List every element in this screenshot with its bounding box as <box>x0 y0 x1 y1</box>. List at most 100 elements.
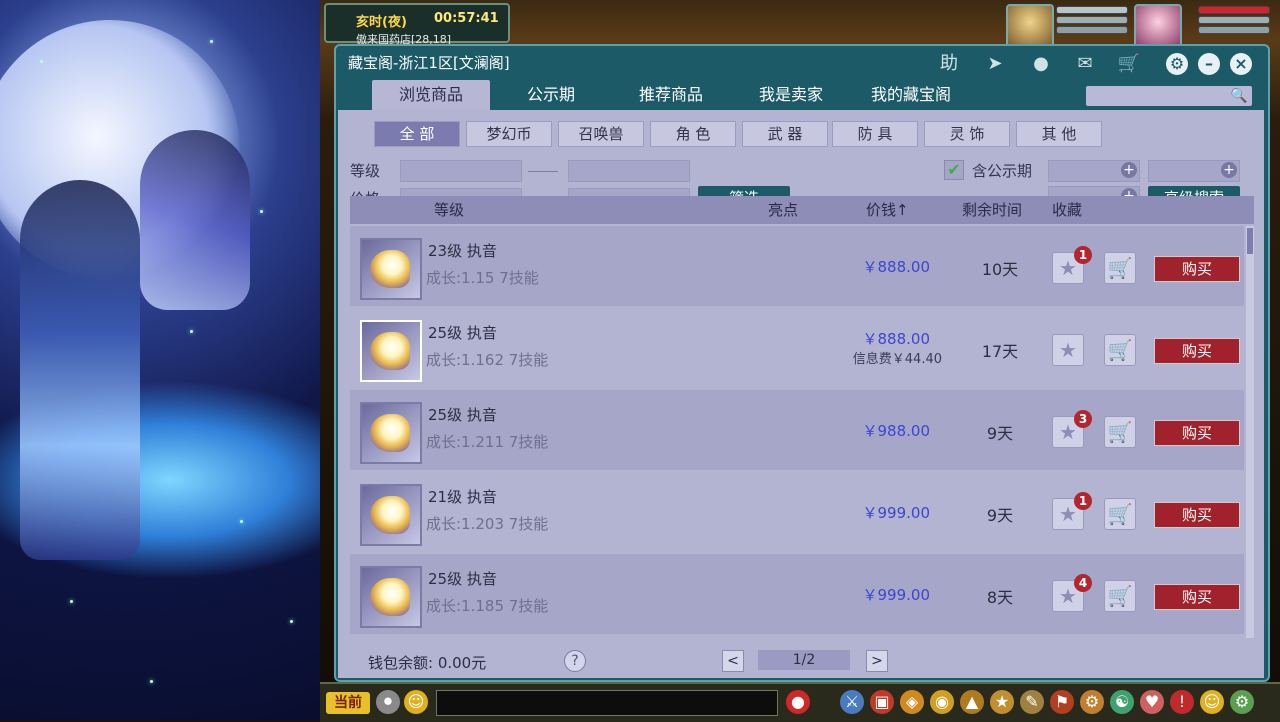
category-armor[interactable]: 防 具 <box>832 121 918 147</box>
pet-icon[interactable]: ★ <box>990 690 1014 714</box>
add-to-cart-icon[interactable]: 🛒 <box>1104 252 1136 284</box>
record-icon[interactable]: ● <box>1028 52 1054 76</box>
category-character[interactable]: 角 色 <box>650 121 736 147</box>
wallpaper-sparkle <box>40 60 43 63</box>
favorite-count-badge: 4 <box>1074 574 1092 592</box>
add-to-cart-icon[interactable]: 🛒 <box>1104 580 1136 612</box>
category-other[interactable]: 其 他 <box>1016 121 1102 147</box>
favorite-star-icon[interactable]: ★ <box>1052 334 1084 366</box>
trade-icon[interactable]: ◉ <box>930 690 954 714</box>
time-left: 17天 <box>981 342 1019 361</box>
pet-thumbnail[interactable] <box>360 566 422 628</box>
channel-current-button[interactable]: 当前 <box>326 692 370 714</box>
emoji-icon[interactable]: ☺ <box>404 690 428 714</box>
message-icon[interactable]: ✉ <box>1072 52 1098 76</box>
help-button[interactable]: 助 <box>936 52 962 76</box>
pet-thumbnail[interactable] <box>360 402 422 464</box>
pet-image <box>370 496 410 534</box>
header-price[interactable]: 价钱↑ <box>866 196 909 224</box>
category-summoned-beast[interactable]: 召唤兽 <box>558 121 644 147</box>
category-all[interactable]: 全 部 <box>374 121 460 147</box>
attack-icon[interactable]: ⚔ <box>840 690 864 714</box>
search-icon[interactable]: 🔍 <box>1230 87 1248 105</box>
chat-input[interactable] <box>436 690 778 716</box>
treasure-pavilion-dialog: 藏宝阁-浙江1区[文澜阁] 助 ➤ ● ✉ 🛒 ⚙ – × 浏览商品 公示期 推… <box>334 44 1270 682</box>
tab-recommended[interactable]: 推荐商品 <box>612 80 730 110</box>
microphone-icon[interactable]: ⚫ <box>376 690 400 714</box>
scrollbar-thumb[interactable] <box>1247 228 1253 254</box>
friend-icon[interactable]: ♥ <box>1140 690 1164 714</box>
time-left: 10天 <box>981 260 1019 279</box>
buy-button[interactable]: 购买 <box>1154 584 1240 610</box>
pet-info: 成长:1.203 7技能 <box>426 515 549 533</box>
pet-name: 25级 执音 <box>428 406 497 424</box>
tab-public-period[interactable]: 公示期 <box>492 80 610 110</box>
system-icon[interactable]: ⚙ <box>1080 690 1104 714</box>
quest-icon[interactable]: ✎ <box>1020 690 1044 714</box>
help-icon[interactable]: ? <box>564 650 586 672</box>
header-time-left[interactable]: 剩余时间 <box>962 196 1022 224</box>
pet-info: 成长:1.15 7技能 <box>426 269 539 287</box>
level-min-input[interactable] <box>400 160 522 182</box>
add-to-cart-icon[interactable]: 🛒 <box>1104 416 1136 448</box>
guild-icon[interactable]: ⚑ <box>1050 690 1074 714</box>
prev-page-button[interactable]: < <box>722 650 744 672</box>
smile-icon[interactable]: ☺ <box>1200 690 1224 714</box>
pet-avatar[interactable] <box>1006 4 1054 48</box>
plus-icon[interactable]: + <box>1221 162 1237 178</box>
table-row[interactable]: 21级 执音 成长:1.203 7技能 ￥999.00 9天 ★ 1 🛒 购买 <box>350 472 1244 552</box>
product-list: 23级 执音 成长:1.15 7技能 ￥888.00 10天 ★ 1 🛒 购买 … <box>350 226 1244 638</box>
pet-bear-icon[interactable]: ● <box>786 690 810 714</box>
tab-my-pavilion[interactable]: 我的藏宝阁 <box>852 80 970 110</box>
bag-icon[interactable]: ▣ <box>870 690 894 714</box>
page-indicator: 1/2 <box>758 650 850 670</box>
alert-icon[interactable]: ! <box>1170 690 1194 714</box>
public-option-input-1[interactable]: + <box>1048 160 1140 182</box>
pet-thumbnail[interactable] <box>360 484 422 546</box>
game-clock: 00:57:41 <box>434 11 499 26</box>
buy-button[interactable]: 购买 <box>1154 338 1240 364</box>
add-to-cart-icon[interactable]: 🛒 <box>1104 498 1136 530</box>
settings-icon[interactable]: ⚙ <box>1166 53 1188 75</box>
public-option-input-2[interactable]: + <box>1148 160 1240 182</box>
desktop-wallpaper <box>0 0 320 720</box>
buy-button[interactable]: 购买 <box>1154 502 1240 528</box>
table-row[interactable]: 25级 执音 成长:1.185 7技能 ￥999.00 8天 ★ 4 🛒 购买 <box>350 554 1244 634</box>
tab-browse-products[interactable]: 浏览商品 <box>372 80 490 110</box>
add-to-cart-icon[interactable]: 🛒 <box>1104 334 1136 366</box>
include-public-checkbox[interactable]: ✔ <box>944 160 964 180</box>
map-icon[interactable]: ☯ <box>1110 690 1134 714</box>
dialog-title: 藏宝阁-浙江1区[文澜阁] <box>348 54 510 72</box>
header-level[interactable]: 等级 <box>434 196 464 224</box>
level-max-input[interactable] <box>568 160 690 182</box>
table-row[interactable]: 23级 执音 成长:1.15 7技能 ￥888.00 10天 ★ 1 🛒 购买 <box>350 226 1244 306</box>
pet-image <box>370 250 410 288</box>
give-icon[interactable]: ◈ <box>900 690 924 714</box>
category-accessory[interactable]: 灵 饰 <box>924 121 1010 147</box>
share-icon[interactable]: ➤ <box>982 52 1008 76</box>
category-currency[interactable]: 梦幻币 <box>466 121 552 147</box>
tab-seller[interactable]: 我是卖家 <box>732 80 850 110</box>
cart-icon[interactable]: 🛒 <box>1116 52 1142 76</box>
table-row[interactable]: 25级 执音 成长:1.162 7技能 ￥888.00 信息费￥44.40 17… <box>350 308 1244 388</box>
pet-thumbnail[interactable] <box>360 238 422 300</box>
settings-gear-icon[interactable]: ⚙ <box>1230 690 1254 714</box>
search-input[interactable]: 🔍 <box>1086 86 1252 106</box>
favorite-count-badge: 1 <box>1074 492 1092 510</box>
table-row[interactable]: 25级 执音 成长:1.211 7技能 ￥988.00 9天 ★ 3 🛒 购买 <box>350 390 1244 470</box>
pet-thumbnail[interactable] <box>360 320 422 382</box>
next-page-button[interactable]: > <box>866 650 888 672</box>
plus-icon[interactable]: + <box>1121 162 1137 178</box>
category-weapon[interactable]: 武 器 <box>742 121 828 147</box>
buy-button[interactable]: 购买 <box>1154 420 1240 446</box>
close-icon[interactable]: × <box>1230 53 1252 75</box>
minimize-icon[interactable]: – <box>1198 53 1220 75</box>
header-highlight[interactable]: 亮点 <box>768 196 798 224</box>
pet-image <box>370 414 410 452</box>
buy-button[interactable]: 购买 <box>1154 256 1240 282</box>
team-icon[interactable]: ▲ <box>960 690 984 714</box>
header-favorite[interactable]: 收藏 <box>1052 196 1082 224</box>
list-scrollbar[interactable] <box>1246 226 1254 638</box>
level-range-dash <box>528 171 558 172</box>
player-avatar[interactable] <box>1134 4 1182 48</box>
